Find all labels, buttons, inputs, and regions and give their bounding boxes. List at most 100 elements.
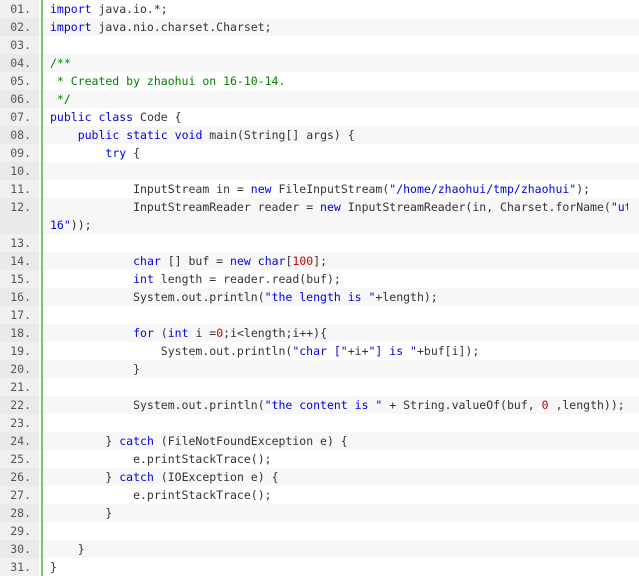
line-number: 20. — [0, 360, 39, 378]
code-token: new — [250, 182, 272, 196]
code-text: } — [39, 540, 628, 558]
line-number: 01. — [0, 0, 39, 18]
line-number: 23. — [0, 414, 39, 432]
code-line-content: import java.io.*; — [50, 2, 168, 16]
code-token: "char [" — [292, 344, 348, 358]
code-token: new — [230, 254, 251, 268]
code-token: 100 — [292, 254, 314, 268]
code-line: 30. } — [0, 540, 639, 558]
code-line-content: e.printStackTrace(); — [50, 488, 271, 502]
line-number: 25. — [0, 450, 39, 468]
code-token: (IOException e) { — [153, 470, 279, 484]
code-line-content: System.out.println("the content is " + S… — [50, 398, 625, 412]
code-line: 29. — [0, 522, 639, 540]
code-token: char — [133, 254, 161, 268]
code-token: InputStreamReader(in, Charset.forName( — [340, 200, 611, 214]
code-token: } — [50, 560, 57, 574]
code-text: try { — [39, 144, 628, 162]
code-text: for (int i =0;i<length;i++){ — [39, 324, 628, 342]
code-line: 23. — [0, 414, 639, 432]
code-token: try — [105, 146, 127, 160]
code-line-content: public class Code { — [50, 110, 182, 124]
code-token: for — [133, 326, 154, 340]
code-line: 10. — [0, 162, 639, 180]
line-number: 28. — [0, 504, 39, 522]
line-number: 05. — [0, 72, 39, 90]
code-line-content: /** — [50, 56, 71, 70]
code-token: "the length is " — [264, 290, 376, 304]
code-token: [] buf = — [160, 254, 231, 268]
code-line: 08. public static void main(String[] arg… — [0, 126, 639, 144]
line-number: 22. — [0, 396, 39, 414]
line-number: 12. — [0, 198, 39, 234]
code-token: } — [50, 470, 120, 484]
code-token: +buf[i]); — [416, 344, 480, 358]
code-text: System.out.println("the length is "+leng… — [39, 288, 628, 306]
code-text: e.printStackTrace(); — [39, 486, 628, 504]
line-number: 02. — [0, 18, 39, 36]
line-number: 16. — [0, 288, 39, 306]
code-token: } — [50, 362, 141, 376]
code-token: System.out.println( — [50, 290, 265, 304]
code-line: 26. } catch (IOException e) { — [0, 468, 639, 486]
line-number: 13. — [0, 234, 39, 252]
code-token: static — [126, 128, 168, 142]
code-line: 03. — [0, 36, 639, 54]
code-token: 16" — [50, 218, 71, 232]
code-line: 07. public class Code { — [0, 108, 639, 126]
code-text: public static void main(String[] args) { — [39, 126, 628, 144]
code-line-content: } — [50, 542, 85, 556]
code-token: void — [174, 128, 203, 142]
code-line: 28. } — [0, 504, 639, 522]
code-text: int length = reader.read(buf); — [39, 270, 628, 288]
code-token: { — [126, 146, 141, 160]
code-text: } — [39, 360, 628, 378]
code-token: char — [257, 254, 286, 268]
code-line: 05. * Created by zhaohui on 16-10-14. — [0, 72, 639, 90]
code-token: "/home/zhaohui/tmp/zhaohui" — [389, 182, 577, 196]
line-number: 07. — [0, 108, 39, 126]
code-token: ;i<length;i++){ — [223, 326, 328, 340]
code-line-content: */ — [50, 92, 71, 106]
code-line-content: InputStreamReader reader = new InputStre… — [50, 200, 628, 214]
code-token: e.printStackTrace(); — [50, 452, 272, 466]
code-line-content: System.out.println("the length is "+leng… — [50, 290, 438, 304]
code-line-content: int length = reader.read(buf); — [50, 272, 341, 286]
line-number: 18. — [0, 324, 39, 342]
code-token: + String.valueOf(buf, — [382, 398, 542, 412]
code-line: 12. InputStreamReader reader = new Input… — [0, 198, 639, 234]
code-line: 31.} — [0, 558, 639, 576]
code-text: } — [39, 558, 628, 576]
line-number: 14. — [0, 252, 39, 270]
code-line: 20. } — [0, 360, 639, 378]
code-line-content: } catch (FileNotFoundException e) { — [50, 434, 348, 448]
code-text: char [] buf = new char[100]; — [39, 252, 628, 270]
code-token: * Created by zhaohui on 16-10-14. — [50, 74, 286, 88]
code-line: 13. — [0, 234, 639, 252]
code-token: */ — [50, 92, 71, 106]
line-number: 19. — [0, 342, 39, 360]
code-token: InputStream in = — [50, 182, 251, 196]
code-line-content: import java.nio.charset.Charset; — [50, 20, 272, 34]
code-token: /** — [50, 56, 71, 70]
code-token: +length); — [375, 290, 438, 304]
code-text: */ — [39, 90, 628, 108]
code-line-content: * Created by zhaohui on 16-10-14. — [50, 74, 285, 88]
code-token: (FileNotFoundException e) { — [153, 434, 348, 448]
code-token: +i+ — [347, 344, 369, 358]
code-line: 16. System.out.println("the length is "+… — [0, 288, 639, 306]
code-line: 14. char [] buf = new char[100]; — [0, 252, 639, 270]
code-token: int — [167, 326, 189, 340]
code-token: ( — [153, 326, 168, 340]
code-token: "] is " — [368, 344, 417, 358]
code-token: java.nio.charset.Charset; — [91, 20, 272, 34]
code-token: import — [50, 20, 92, 34]
code-line: 06. */ — [0, 90, 639, 108]
line-number: 11. — [0, 180, 39, 198]
code-line-content: public static void main(String[] args) { — [50, 128, 355, 142]
code-text: * Created by zhaohui on 16-10-14. — [39, 72, 628, 90]
